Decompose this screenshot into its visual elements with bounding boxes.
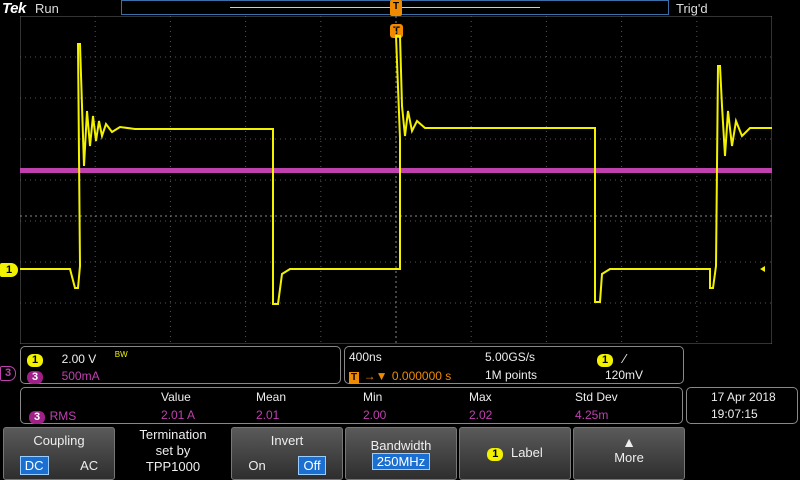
ch1-ground-marker[interactable]: 1 [0,263,18,277]
trigger-source-badge: 1 [597,354,614,367]
meas-max: 2.02 [469,408,493,422]
more-button[interactable]: ▲ More [573,427,685,480]
time-scale: 400ns [349,350,382,364]
termination-button[interactable]: Termination set by TPP1000 [117,427,229,480]
record-length: 1M points [485,368,538,382]
trigger-t-icon: T [349,372,360,384]
horizontal-position: 0.000000 s [391,369,452,383]
coupling-dc-option[interactable]: DC [19,456,49,475]
termination-line3: TPP1000 [145,459,201,474]
meas-row-source: 3 RMS [29,407,76,425]
termination-label: Termination set by TPP1000 [117,427,229,475]
measurement-panel[interactable]: Value Mean Min Max Std Dev 3 RMS 2.01 A … [20,387,683,424]
trigger-position-letter: T [392,1,400,12]
invert-on-option[interactable]: On [248,458,265,473]
trigger-status: Trig'd [676,1,708,16]
meas-header-min: Min [363,390,383,404]
ch1-badge: 1 [27,354,44,367]
waveform-display[interactable] [20,16,772,344]
trigger-source-row: 1 ∕ [597,350,626,368]
math-row: 3 500mA [27,367,100,385]
meas-mean: 2.01 [256,408,280,422]
coupling-title: Coupling [33,433,85,448]
trigger-position-icon[interactable]: T [390,0,402,16]
math-waveform [20,168,772,173]
invert-off-option[interactable]: Off [298,456,326,475]
termination-line2: set by [155,443,191,458]
time-display: 19:07:15 [711,407,758,421]
math3-ground-marker[interactable]: 3 [0,366,16,381]
sample-rate: 5.00GS/s [485,350,536,364]
invert-options: On Off [232,456,342,475]
horizontal-position-row: T →▼ 0.000000 s [349,367,451,385]
bandwidth-limit-icon: BW [114,350,128,359]
meas-header-mean: Mean [256,390,287,404]
meas-std-dev: 4.25m [575,408,609,422]
ch1-scale: 2.00 V [61,352,97,366]
arrow-down-icon: →▼ [363,369,388,383]
label-channel-badge: 1 [487,448,504,461]
coupling-options: DC AC [4,456,114,475]
label-content: 1 Label [460,445,570,461]
math-badge: 3 [27,371,44,384]
chevron-up-icon: ▲ [622,434,636,450]
meas-name: RMS [49,409,77,423]
termination-line1: Termination [139,427,207,442]
tek-logo: Tek [2,0,26,17]
bandwidth-title: Bandwidth [370,438,432,453]
bandwidth-button[interactable]: Bandwidth 250MHz [345,427,457,480]
math3-marker-label: 3 [4,367,12,379]
more-label: More [614,450,644,465]
ch1-row: 1 2.00 V BW [27,350,128,368]
date-display: 17 Apr 2018 [711,390,776,404]
rising-edge-icon: ∕ [623,351,626,366]
record-window-line [230,7,540,8]
coupling-ac-option[interactable]: AC [80,458,98,473]
bandwidth-value: 250MHz [371,453,431,470]
timebase-info-box[interactable]: 400ns 5.00GS/s 1 ∕ T →▼ 0.000000 s 1M po… [344,346,684,384]
coupling-button[interactable]: Coupling DC AC [3,427,115,480]
meas-header-value: Value [161,390,191,404]
meas-value: 2.01 A [161,408,196,422]
invert-title: Invert [270,433,304,448]
meas-source-badge: 3 [29,411,46,424]
math-scale: 500mA [61,369,100,383]
trigger-level-arrow-icon [760,266,765,272]
ch1-marker-label: 1 [5,264,13,276]
trigger-level: 120mV [605,368,644,382]
label-text: Label [510,445,543,460]
channel-info-box[interactable]: 1 2.00 V BW 3 500mA [20,346,341,384]
meas-header-std-dev: Std Dev [575,390,618,404]
graticule-center-axes [20,16,772,344]
meas-header-max: Max [469,390,492,404]
run-status: Run [35,1,59,16]
meas-min: 2.00 [363,408,387,422]
datetime-box[interactable]: 17 Apr 2018 19:07:15 [686,387,798,424]
invert-button[interactable]: Invert On Off [231,427,343,480]
label-button[interactable]: 1 Label [459,427,571,480]
graticule-grid [20,16,772,344]
